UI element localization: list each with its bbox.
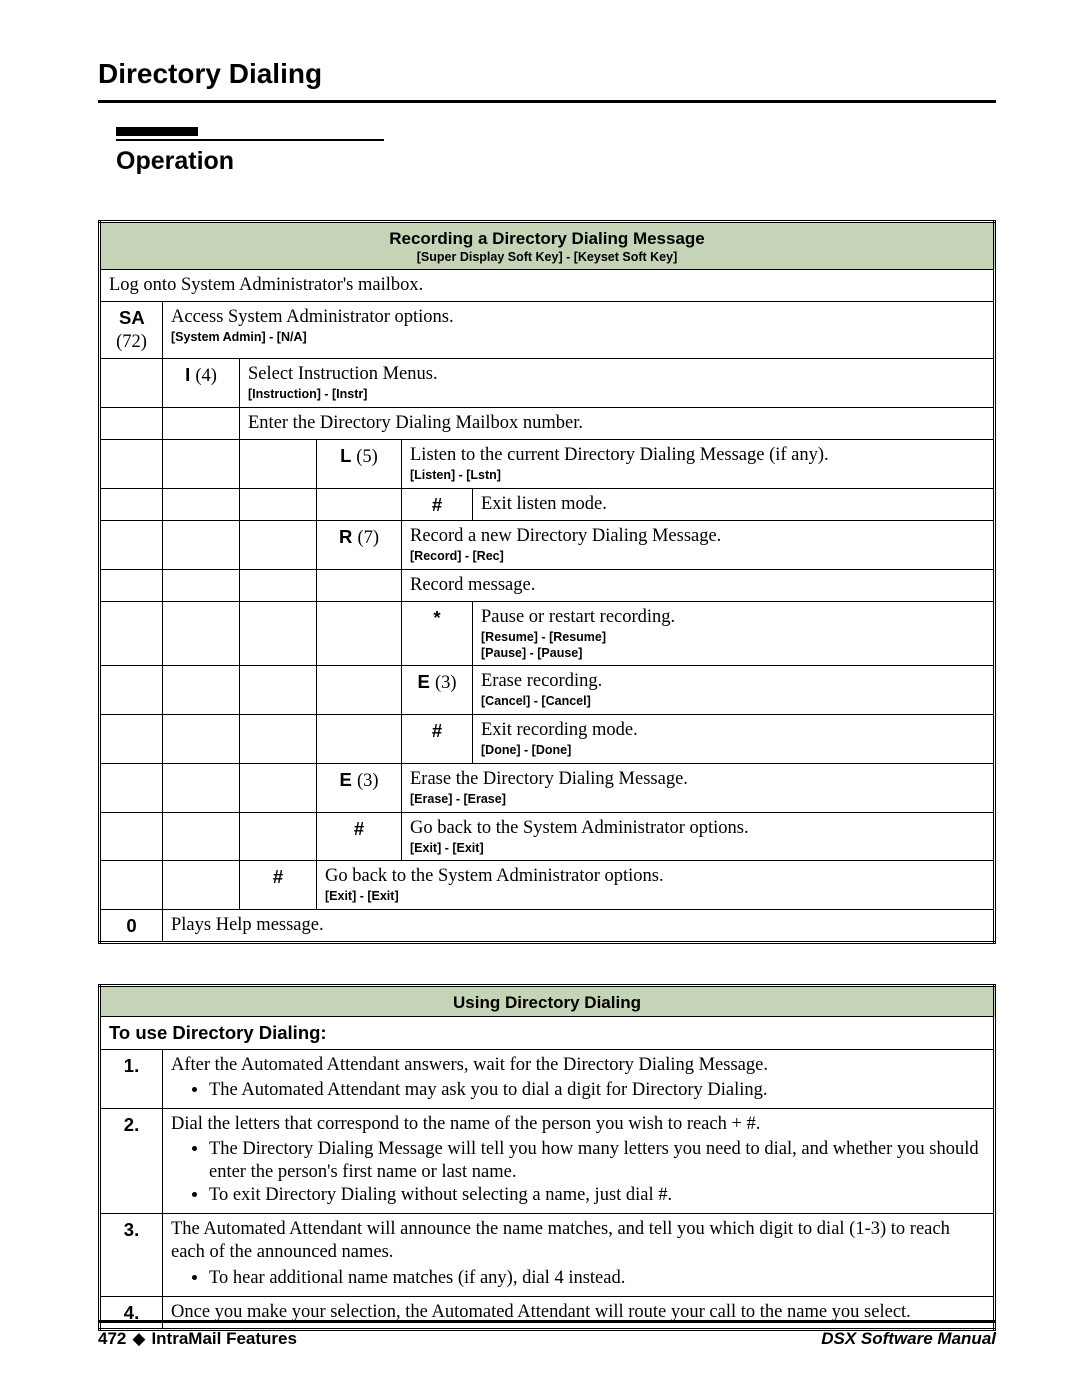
footer-right: DSX Software Manual: [821, 1329, 996, 1349]
r-desc: Record a new Directory Dialing Message. …: [402, 521, 995, 570]
step-3-num: 3.: [100, 1214, 163, 1296]
title-rule: [98, 100, 996, 103]
hash2-desc: Exit recording mode. [Done] - [Done]: [473, 715, 995, 764]
hash1-desc: Exit listen mode.: [473, 488, 995, 520]
key-hash-2: #: [402, 715, 473, 764]
key-e3a: E (3): [402, 666, 473, 715]
e3a-desc: Erase recording. [Cancel] - [Cancel]: [473, 666, 995, 715]
hash3-desc: Go back to the System Administrator opti…: [402, 812, 995, 861]
key-l: L (5): [317, 440, 402, 489]
step-2: Dial the letters that correspond to the …: [163, 1108, 995, 1214]
recording-table: Recording a Directory Dialing Message [S…: [98, 220, 996, 944]
sa-desc: Access System Administrator options. [Sy…: [163, 302, 995, 359]
table1-header-sub: [Super Display Soft Key] - [Keyset Soft …: [109, 250, 985, 266]
record-msg: Record message.: [402, 569, 995, 601]
using-table: Using Directory Dialing To use Directory…: [98, 984, 996, 1331]
footer-left: 472◆IntraMail Features: [98, 1329, 297, 1349]
l-desc: Listen to the current Directory Dialing …: [402, 440, 995, 489]
step-1-num: 1.: [100, 1049, 163, 1108]
table1-header: Recording a Directory Dialing Message [S…: [100, 222, 995, 270]
table1-header-main: Recording a Directory Dialing Message: [389, 229, 705, 248]
page-footer: 472◆IntraMail Features DSX Software Manu…: [98, 1320, 996, 1349]
enter-dd: Enter the Directory Dialing Mailbox numb…: [240, 408, 995, 440]
key-i: I (4): [163, 359, 240, 408]
step-2-num: 2.: [100, 1108, 163, 1214]
key-zero: 0: [100, 910, 163, 943]
e3b-desc: Erase the Directory Dialing Message. [Er…: [402, 763, 995, 812]
zero-desc: Plays Help message.: [163, 910, 995, 943]
star-desc: Pause or restart recording. [Resume] - […: [473, 601, 995, 665]
step-1: After the Automated Attendant answers, w…: [163, 1049, 995, 1108]
step-3: The Automated Attendant will announce th…: [163, 1214, 995, 1296]
key-hash-3: #: [317, 812, 402, 861]
hash4-desc: Go back to the System Administrator opti…: [317, 861, 995, 910]
key-r: R (7): [317, 521, 402, 570]
key-hash-1: #: [402, 488, 473, 520]
table2-subheader: To use Directory Dialing:: [100, 1017, 995, 1049]
key-e3b: E (3): [317, 763, 402, 812]
section-title: Operation: [116, 147, 996, 176]
section-decoration: [116, 127, 384, 141]
page-title: Directory Dialing: [98, 58, 996, 90]
key-hash-4: #: [240, 861, 317, 910]
i-desc: Select Instruction Menus. [Instruction] …: [240, 359, 995, 408]
row-log-on: Log onto System Administrator's mailbox.: [100, 269, 995, 301]
key-sa: SA (72): [100, 302, 163, 359]
table2-header: Using Directory Dialing: [100, 986, 995, 1017]
key-star: *: [402, 601, 473, 665]
